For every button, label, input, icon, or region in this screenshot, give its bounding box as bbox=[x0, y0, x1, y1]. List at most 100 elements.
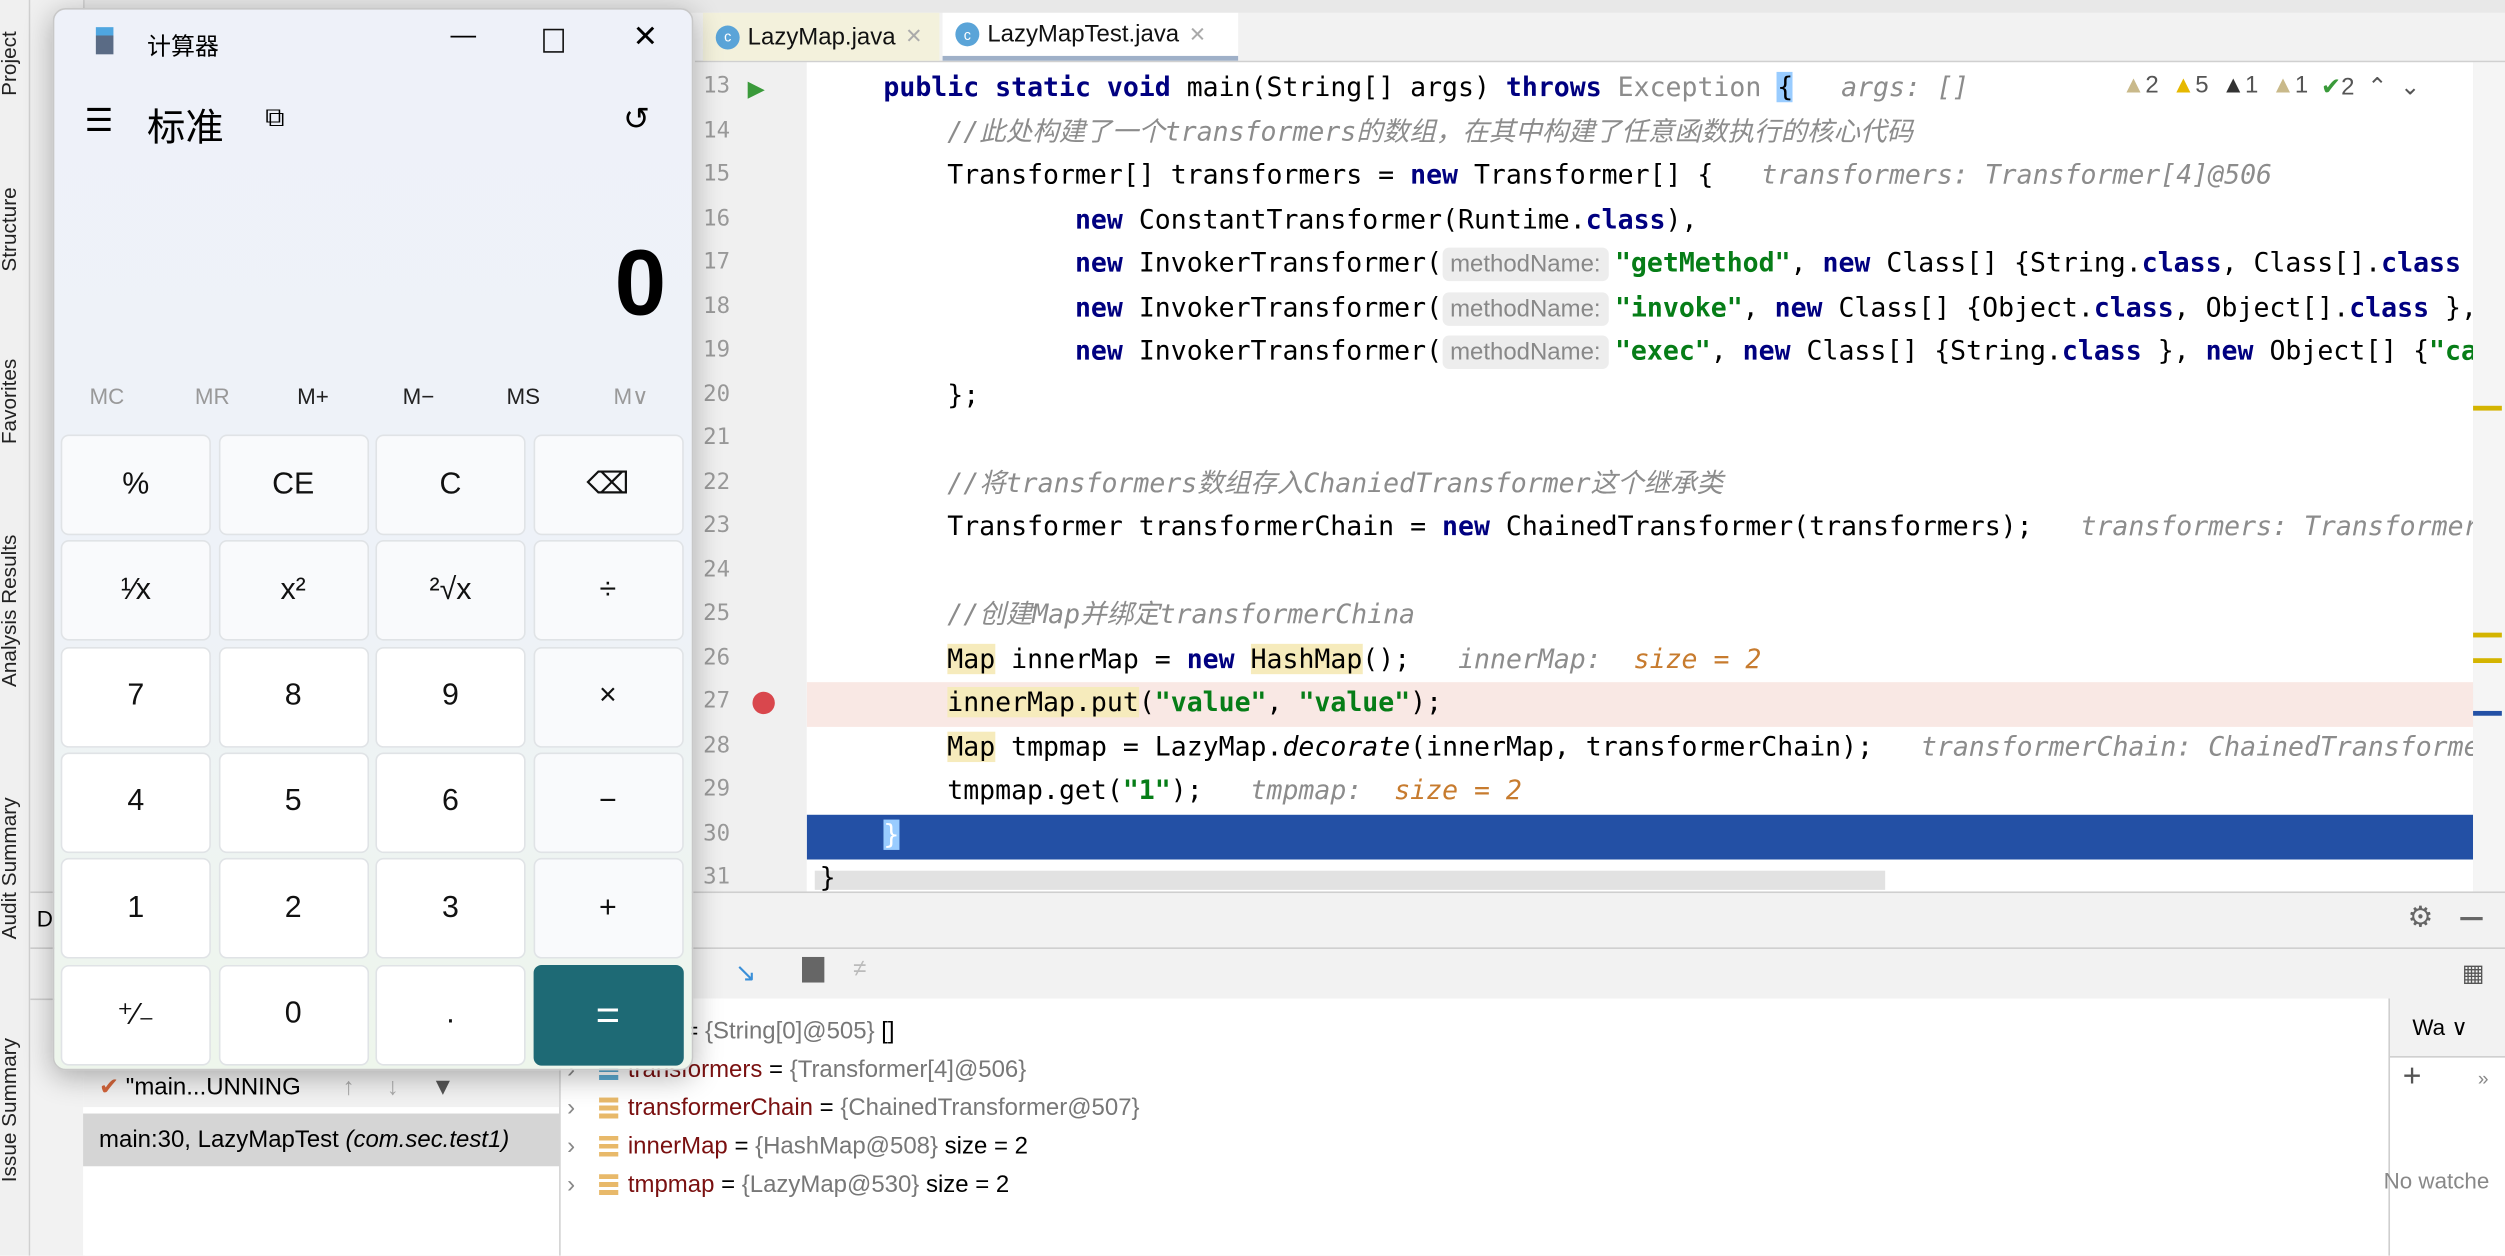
code-editor[interactable]: public static void main(String[] args) t… bbox=[806, 62, 2474, 892]
menu-icon[interactable]: ☰ bbox=[85, 101, 114, 141]
tool-issue-summary[interactable]: Issue Summary bbox=[0, 1038, 21, 1182]
filter-icon[interactable]: ▼ bbox=[431, 1074, 455, 1101]
calc-key[interactable]: 4 bbox=[60, 752, 211, 853]
calc-key[interactable]: 1 bbox=[60, 858, 211, 959]
memory-button[interactable]: MR bbox=[195, 383, 230, 409]
horizontal-scrollbar[interactable] bbox=[814, 870, 1886, 890]
calc-key[interactable]: % bbox=[60, 434, 211, 536]
tool-structure[interactable]: Structure bbox=[0, 187, 21, 271]
calc-key[interactable]: x² bbox=[218, 540, 369, 642]
gear-icon[interactable]: ⚙ bbox=[2408, 901, 2434, 935]
tool-audit-summary[interactable]: Audit Summary bbox=[0, 797, 21, 939]
memory-button[interactable]: M− bbox=[403, 383, 435, 409]
next-highlight-icon[interactable]: ⌄ bbox=[2400, 72, 2420, 100]
code-token: tmpmap = LazyMap. bbox=[995, 730, 1283, 762]
layout-icon[interactable]: ▦ bbox=[2462, 959, 2485, 987]
calc-key[interactable]: × bbox=[532, 646, 683, 748]
tab-lazymap[interactable]: c LazyMap.java ✕ bbox=[702, 12, 940, 61]
run-to-cursor-icon[interactable]: ↘ bbox=[735, 957, 756, 989]
maximize-button[interactable] bbox=[543, 28, 564, 53]
prev-highlight-icon[interactable]: ⌃ bbox=[2367, 72, 2387, 100]
check-icon: ✔ bbox=[99, 1073, 120, 1101]
line-number: 20 bbox=[703, 381, 731, 407]
code-token: }; bbox=[819, 379, 980, 410]
calc-key[interactable]: = bbox=[532, 964, 683, 1065]
memory-button[interactable]: M+ bbox=[297, 383, 329, 409]
expand-icon[interactable]: › bbox=[567, 1090, 589, 1128]
calc-key[interactable]: CE bbox=[218, 434, 369, 536]
frame-item[interactable]: main:30, LazyMapTest (com.sec.test1) bbox=[83, 1113, 560, 1167]
variable-row[interactable]: › transformerChain = {ChainedTransformer@… bbox=[567, 1090, 1139, 1128]
expand-icon[interactable]: › bbox=[567, 1166, 589, 1204]
trace-icon[interactable]: ≠ bbox=[853, 955, 866, 982]
variable-name: tmpmap bbox=[627, 1171, 715, 1199]
calc-key[interactable]: 2 bbox=[218, 858, 369, 959]
memory-button[interactable]: MS bbox=[506, 383, 540, 409]
variable-row[interactable]: › innerMap = {HashMap@508} size = 2 bbox=[567, 1128, 1028, 1166]
up-icon[interactable]: ↑ bbox=[343, 1074, 355, 1101]
calc-key[interactable]: ⁺⁄₋ bbox=[60, 964, 211, 1065]
tab-label: LazyMap.java bbox=[747, 23, 896, 51]
add-watch-icon[interactable]: + bbox=[2403, 1059, 2422, 1096]
calc-key[interactable]: 0 bbox=[218, 964, 369, 1065]
code-line: new ConstantTransformer(Runtime.class), bbox=[820, 197, 1697, 241]
history-icon[interactable]: ↺ bbox=[623, 99, 650, 139]
minimize-icon[interactable] bbox=[2460, 917, 2483, 921]
calc-key[interactable]: 8 bbox=[218, 646, 369, 748]
code-token: new bbox=[1410, 159, 1474, 191]
inspection-item[interactable]: ✔2 bbox=[2321, 72, 2354, 100]
calc-key[interactable]: ¹⁄x bbox=[60, 540, 211, 642]
line-number: 16 bbox=[703, 205, 731, 231]
tool-favorites[interactable]: Favorites bbox=[0, 359, 21, 444]
memory-button[interactable]: M∨ bbox=[613, 383, 648, 410]
calc-key[interactable]: 5 bbox=[218, 752, 369, 853]
evaluate-expression-icon[interactable] bbox=[801, 956, 825, 983]
inspection-item[interactable]: ▲5 bbox=[2171, 72, 2208, 101]
calc-key[interactable]: 7 bbox=[60, 646, 211, 748]
variable-extra: size = 2 bbox=[919, 1171, 1010, 1199]
expand-icon[interactable]: › bbox=[567, 1128, 589, 1166]
close-button[interactable]: ✕ bbox=[633, 19, 658, 56]
close-icon[interactable]: ✕ bbox=[905, 24, 922, 50]
thread-selector[interactable]: ✔ "main...UNNING ↑ ↓ ▼ bbox=[83, 1067, 560, 1108]
code-line: Map tmpmap = LazyMap.decorate(innerMap, … bbox=[820, 725, 2473, 769]
variable-row[interactable]: › tmpmap = {LazyMap@530} size = 2 bbox=[567, 1166, 1009, 1204]
run-icon[interactable]: ▶ bbox=[748, 75, 765, 102]
line-number: 27 bbox=[703, 688, 731, 715]
inspection-item[interactable]: ▲1 bbox=[2271, 72, 2308, 101]
tool-analysis-results[interactable]: Analysis Results bbox=[0, 535, 21, 687]
chevron-down-icon: ∨ bbox=[2451, 1014, 2468, 1041]
inspection-item[interactable]: ▲1 bbox=[2221, 72, 2258, 101]
calc-key[interactable]: 3 bbox=[375, 858, 526, 959]
code-token: new bbox=[1774, 291, 1839, 322]
close-icon[interactable]: ✕ bbox=[1189, 22, 1206, 48]
variable-name: innerMap bbox=[627, 1132, 728, 1160]
inspection-item[interactable]: ▲2 bbox=[2122, 72, 2159, 101]
calc-key[interactable]: 6 bbox=[375, 752, 526, 853]
line-number: 25 bbox=[703, 600, 731, 627]
ide-window: Project Structure Favorites Analysis Res… bbox=[0, 0, 2505, 1256]
variable-value: {HashMap@508} bbox=[755, 1132, 939, 1160]
calc-key[interactable]: C bbox=[375, 434, 526, 536]
down-icon[interactable]: ↓ bbox=[387, 1074, 399, 1101]
more-icon[interactable]: » bbox=[2478, 1067, 2489, 1089]
calc-key[interactable]: . bbox=[375, 964, 526, 1065]
calc-key[interactable]: ²√x bbox=[375, 540, 526, 642]
tab-lazymaptest[interactable]: c LazyMapTest.java ✕ bbox=[942, 12, 1239, 61]
watches-tab[interactable]: Wa ∨ bbox=[2390, 998, 2505, 1058]
calc-key[interactable]: − bbox=[532, 752, 683, 853]
minimize-button[interactable]: — bbox=[451, 22, 477, 51]
inspection-widget[interactable]: ▲2 ▲5 ▲1 ▲1 ✔2 ⌃ ⌄ bbox=[2122, 72, 2421, 101]
calc-key[interactable]: + bbox=[532, 858, 683, 959]
variable-extra: size = 2 bbox=[938, 1132, 1028, 1160]
calc-key[interactable]: ÷ bbox=[532, 540, 683, 642]
keep-on-top-icon[interactable]: ⧉ bbox=[265, 102, 284, 134]
calc-key[interactable]: 9 bbox=[375, 646, 526, 748]
calc-key[interactable]: ⌫ bbox=[532, 434, 683, 536]
memory-button[interactable]: MC bbox=[89, 383, 124, 409]
line-number: 15 bbox=[703, 161, 731, 187]
breakpoint-icon[interactable] bbox=[752, 691, 775, 715]
code-token: , bbox=[1742, 291, 1775, 322]
tool-project[interactable]: Project bbox=[0, 31, 21, 96]
